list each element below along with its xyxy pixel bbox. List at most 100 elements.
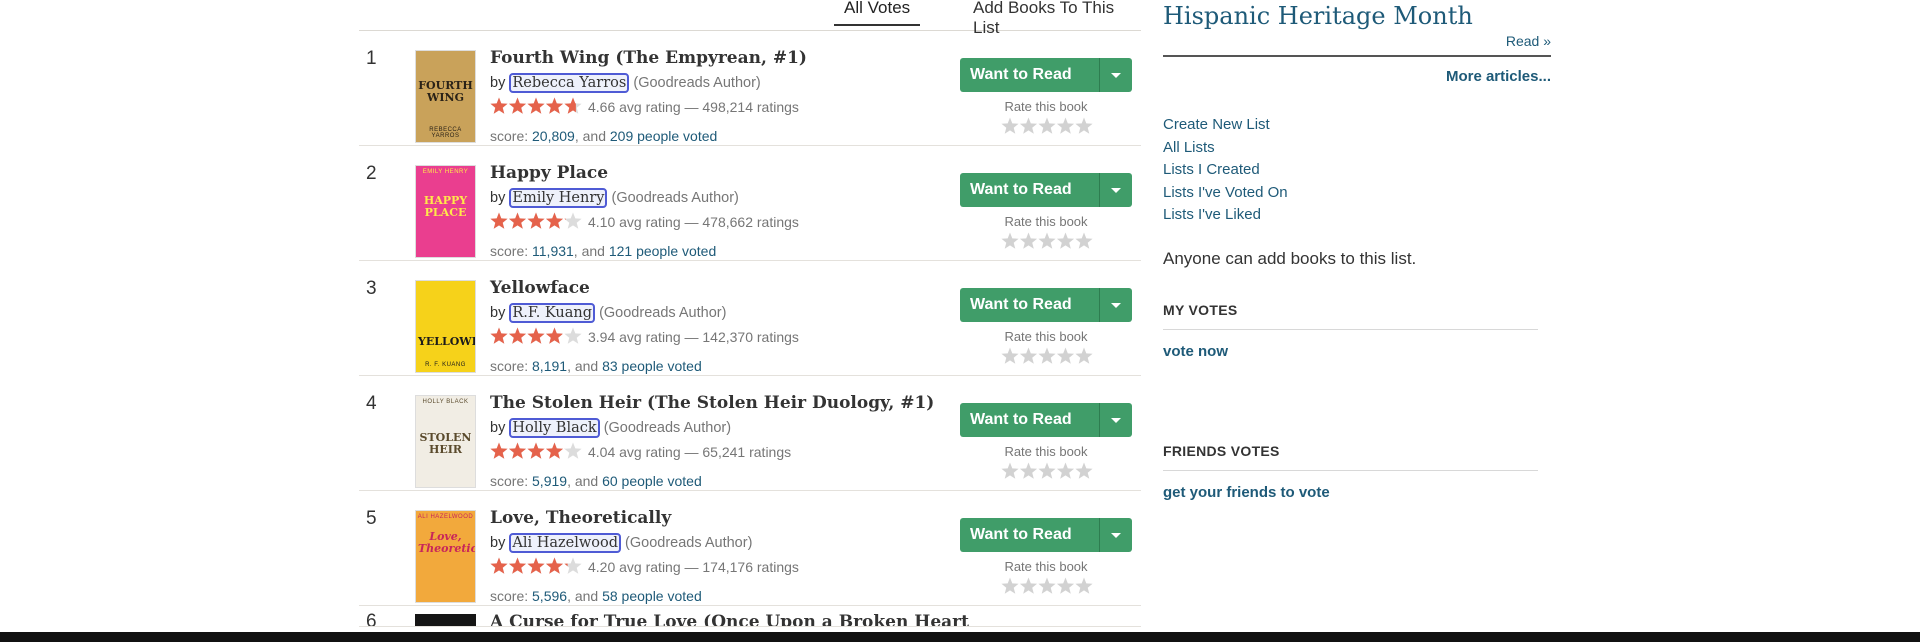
author-link[interactable]: Emily Henry (509, 188, 608, 208)
score-mid: , and (567, 588, 603, 604)
want-to-read-button[interactable]: Want to Read (960, 173, 1099, 207)
lists-i-created-link[interactable]: Lists I Created (1163, 159, 1288, 182)
score-link[interactable]: 11,931 (532, 243, 574, 259)
author-link[interactable]: Holly Black (509, 418, 600, 438)
bottom-bar (0, 632, 1920, 642)
author-link[interactable]: Rebecca Yarros (509, 73, 630, 93)
author-link[interactable]: R.F. Kuang (509, 303, 596, 323)
rating-text: 4.10 avg rating — 478,662 ratings (588, 214, 799, 230)
book-title[interactable]: Yellowface (490, 278, 590, 298)
cover-title: Love, Theoretically (418, 530, 476, 556)
score-line: score: 5,596, and 58 people voted (490, 588, 702, 604)
book-cover[interactable] (415, 614, 476, 626)
author-link[interactable]: Ali Hazelwood (509, 533, 622, 553)
want-to-read-button[interactable]: Want to Read (960, 403, 1099, 437)
byline: by R.F. Kuang (Goodreads Author) (490, 303, 726, 323)
book-list: 1 FOURTH WING REBECCA YARROS Fourth Wing… (359, 31, 1141, 627)
rate-stars-icon[interactable] (1001, 462, 1093, 480)
book-cover[interactable]: ALI HAZELWOOD Love, Theoretically (415, 510, 476, 603)
read-link[interactable]: Read » (1506, 33, 1551, 49)
book-title[interactable]: The Stolen Heir (The Stolen Heir Duology… (490, 393, 934, 413)
byline: by Rebecca Yarros (Goodreads Author) (490, 73, 761, 93)
score-mid: , and (567, 473, 603, 489)
want-to-read-button-group: Want to Read (960, 403, 1132, 437)
score-prefix: score: (490, 473, 533, 489)
anyone-can-add-text: Anyone can add books to this list. (1163, 249, 1417, 268)
book-title[interactable]: A Curse for True Love (Once Upon a Broke… (490, 612, 969, 626)
friends-votes-heading: FRIENDS VOTES (1163, 443, 1280, 459)
article-title-link[interactable]: Hispanic Heritage Month (1163, 2, 1473, 30)
rating-stars-icon (490, 97, 582, 114)
score-link[interactable]: 5,919 (532, 473, 567, 489)
table-row: 3 YELLOWFACE R. F. KUANG Yellowface by R… (359, 261, 1141, 376)
chevron-down-icon[interactable] (1100, 403, 1132, 437)
more-articles-link[interactable]: More articles... (1446, 68, 1551, 85)
book-title[interactable]: Happy Place (490, 163, 608, 183)
rating-line: 4.20 avg rating — 174,176 ratings (490, 557, 799, 575)
cover-title: FOURTH WING (418, 79, 473, 105)
byline: by Holly Black (Goodreads Author) (490, 418, 731, 438)
by-label: by (490, 305, 506, 321)
divider (1163, 329, 1538, 330)
create-new-list-link[interactable]: Create New List (1163, 114, 1288, 137)
book-title[interactable]: Love, Theoretically (490, 508, 671, 528)
by-label: by (490, 75, 506, 91)
all-lists-link[interactable]: All Lists (1163, 137, 1288, 160)
score-mid: , and (567, 358, 603, 374)
want-to-read-button[interactable]: Want to Read (960, 288, 1099, 322)
by-label: by (490, 190, 506, 206)
byline: by Ali Hazelwood (Goodreads Author) (490, 533, 752, 553)
rate-this-book-label: Rate this book (1004, 99, 1088, 114)
book-title[interactable]: Fourth Wing (The Empyrean, #1) (490, 48, 807, 68)
rate-stars-icon[interactable] (1001, 577, 1093, 595)
voters-link[interactable]: 83 people voted (602, 358, 702, 374)
by-label: by (490, 535, 506, 551)
voters-link[interactable]: 58 people voted (602, 588, 702, 604)
goodreads-author-note: (Goodreads Author) (633, 75, 761, 91)
rank-number: 2 (366, 163, 377, 184)
byline: by Emily Henry (Goodreads Author) (490, 188, 739, 208)
cover-title: YELLOWFACE (418, 334, 475, 348)
book-cover[interactable]: FOURTH WING REBECCA YARROS (415, 50, 476, 143)
list-links: Create New List All Lists Lists I Create… (1163, 114, 1288, 227)
book-cover[interactable]: EMILY HENRY HAPPY PLACE (415, 165, 476, 258)
lists-voted-on-link[interactable]: Lists I've Voted On (1163, 182, 1288, 205)
rate-stars-icon[interactable] (1001, 117, 1093, 135)
chevron-down-icon[interactable] (1100, 58, 1132, 92)
voters-link[interactable]: 121 people voted (609, 243, 716, 259)
score-prefix: score: (490, 358, 533, 374)
chevron-down-icon[interactable] (1100, 518, 1132, 552)
cover-title: HAPPY PLACE (423, 194, 468, 220)
score-line: score: 5,919, and 60 people voted (490, 473, 702, 489)
want-to-read-button[interactable]: Want to Read (960, 58, 1099, 92)
book-cover[interactable]: YELLOWFACE R. F. KUANG (415, 280, 476, 373)
want-to-read-button-group: Want to Read (960, 518, 1132, 552)
score-link[interactable]: 8,191 (532, 358, 567, 374)
rating-stars-icon (490, 327, 582, 344)
want-to-read-button[interactable]: Want to Read (960, 518, 1099, 552)
want-to-read-button-group: Want to Read (960, 58, 1132, 92)
table-row: 1 FOURTH WING REBECCA YARROS Fourth Wing… (359, 31, 1141, 146)
tab-all-votes[interactable]: All Votes (834, 0, 921, 26)
rate-stars-icon[interactable] (1001, 232, 1093, 250)
cover-author: ALI HAZELWOOD (417, 514, 474, 520)
vote-now-link[interactable]: vote now (1163, 343, 1228, 360)
rating-text: 4.04 avg rating — 65,241 ratings (588, 444, 792, 460)
lists-liked-link[interactable]: Lists I've Liked (1163, 204, 1288, 227)
score-link[interactable]: 20,809 (532, 128, 575, 144)
chevron-down-icon[interactable] (1100, 173, 1132, 207)
score-link[interactable]: 5,596 (532, 588, 567, 604)
cover-author: EMILY HENRY (422, 169, 469, 175)
table-row: 4 HOLLY BLACK STOLEN HEIR The Stolen Hei… (359, 376, 1141, 491)
rating-text: 3.94 avg rating — 142,370 ratings (588, 329, 799, 345)
rate-stars-icon[interactable] (1001, 347, 1093, 365)
friends-vote-link[interactable]: get your friends to vote (1163, 484, 1330, 501)
cover-author: REBECCA YARROS (429, 127, 462, 139)
score-line: score: 8,191, and 83 people voted (490, 358, 702, 374)
rate-this-book-label: Rate this book (1004, 444, 1088, 459)
rating-stars-icon (490, 212, 582, 229)
book-cover[interactable]: HOLLY BLACK STOLEN HEIR (415, 395, 476, 488)
voters-link[interactable]: 209 people voted (610, 128, 717, 144)
voters-link[interactable]: 60 people voted (602, 473, 702, 489)
chevron-down-icon[interactable] (1100, 288, 1132, 322)
